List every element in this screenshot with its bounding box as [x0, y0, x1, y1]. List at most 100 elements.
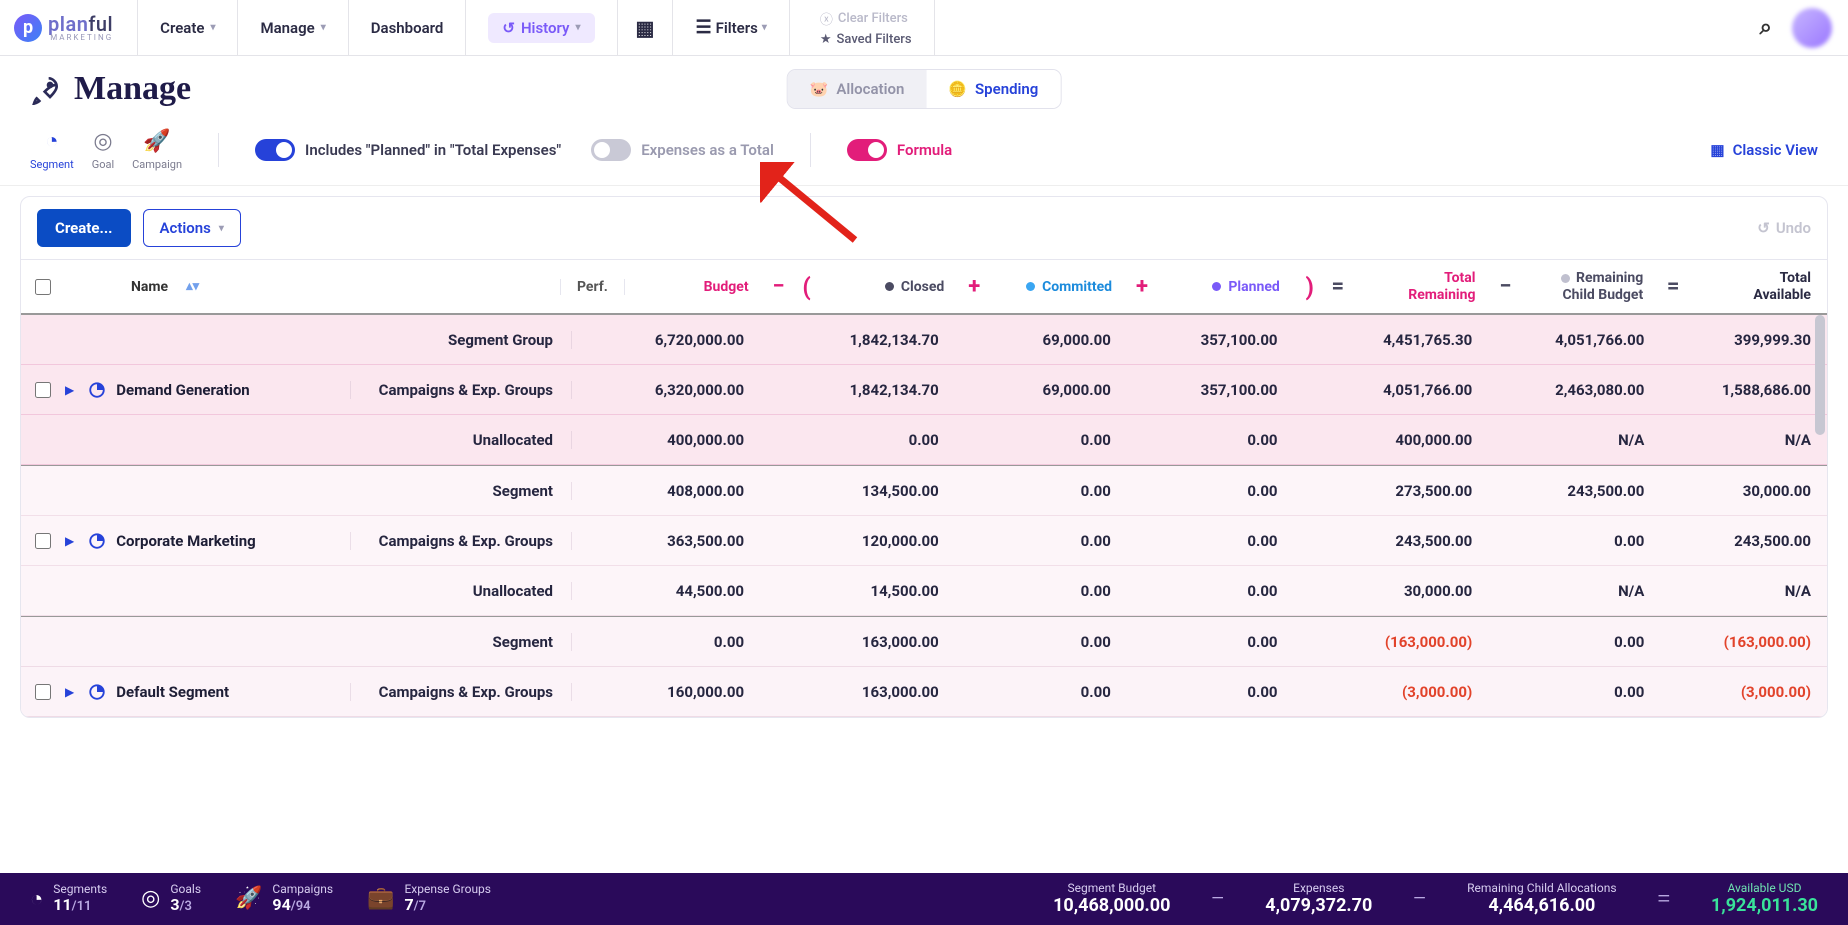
- op-minus: −: [1492, 274, 1520, 299]
- nav-filters[interactable]: ☰ Filters▾: [673, 0, 789, 56]
- segment-name[interactable]: Demand Generation: [116, 381, 249, 399]
- view-tab-segment[interactable]: ◔Segment: [30, 128, 74, 171]
- cell-value: 0.00: [1516, 683, 1660, 701]
- tab-allocation[interactable]: 🐷Allocation: [788, 70, 927, 108]
- top-navbar: p planful MARKETING Create▾ Manage▾ Dash…: [0, 0, 1848, 56]
- cell-value: 163,000.00: [816, 683, 955, 701]
- switch-on-icon: [847, 139, 887, 161]
- column-closed: Closed: [821, 279, 961, 295]
- cell-value: 243,500.00: [1516, 482, 1660, 500]
- row-checkbox[interactable]: [35, 382, 51, 398]
- cell-value: 69,000.00: [983, 381, 1127, 399]
- row-type-label: Segment Group: [361, 331, 571, 349]
- table-row: ▶ Default Segment Campaigns & Exp. Groups 1…: [21, 667, 1827, 717]
- column-total-available: TotalAvailable: [1687, 270, 1827, 302]
- toggle-includes-planned[interactable]: Includes "Planned" in "Total Expenses": [255, 139, 561, 161]
- actions-button[interactable]: Actions▾: [143, 209, 241, 247]
- row-checkbox[interactable]: [35, 684, 51, 700]
- cell-value: 69,000.00: [983, 331, 1127, 349]
- footer-goals: ◎ Goals 3/3: [141, 883, 201, 916]
- cell-value: (3,000.00): [1688, 683, 1827, 701]
- cell-value: 6,320,000.00: [616, 381, 760, 399]
- table-row: Segment Group6,720,000.001,842,134.7069,…: [21, 315, 1827, 365]
- cell-value: 14,500.00: [816, 582, 955, 600]
- table-row: Segment408,000.00134,500.000.000.00273,5…: [21, 466, 1827, 516]
- data-table-frame: Create... Actions▾ ↺Undo Name ▴▾ Perf. B…: [20, 196, 1828, 718]
- chevron-down-icon: ▾: [576, 22, 581, 33]
- cell-value: 357,100.00: [1155, 331, 1294, 349]
- toggle-formula[interactable]: Formula: [847, 139, 952, 161]
- nav-history[interactable]: ↺History▾: [466, 0, 617, 56]
- cell-value: 4,051,766.00: [1516, 331, 1660, 349]
- cell-value: N/A: [1516, 431, 1660, 449]
- op-equals: =: [1659, 274, 1687, 299]
- chevron-down-icon: ▾: [219, 223, 224, 234]
- logo[interactable]: p planful MARKETING: [0, 0, 138, 56]
- classic-view-button[interactable]: ▦Classic View: [1710, 141, 1818, 159]
- expand-icon[interactable]: ▶: [61, 685, 78, 699]
- vertical-scrollbar[interactable]: [1815, 315, 1825, 717]
- footer-segments: ◔ Segments 11/11: [30, 883, 107, 916]
- row-type-label: Campaigns & Exp. Groups: [361, 532, 571, 550]
- target-icon: ◎: [141, 886, 160, 911]
- footer-campaigns: 🚀 Campaigns 94/94: [235, 883, 333, 916]
- user-avatar[interactable]: [1792, 8, 1832, 48]
- create-button[interactable]: Create...: [37, 209, 131, 247]
- footer-remaining-child: Remaining Child Allocations4,464,616.00: [1467, 882, 1616, 916]
- column-total-remaining: TotalRemaining: [1352, 270, 1492, 302]
- clear-filters[interactable]: ⓧClear Filters: [820, 9, 912, 28]
- row-type-label: Segment: [361, 633, 571, 651]
- cell-value: (3,000.00): [1350, 683, 1489, 701]
- row-type-label: Campaigns & Exp. Groups: [361, 683, 571, 701]
- pie-chart-icon: [88, 381, 106, 399]
- sort-icon[interactable]: ▴▾: [186, 279, 199, 294]
- history-icon: ↺: [502, 19, 515, 37]
- op-minus: −: [765, 274, 793, 299]
- footer-available: Available USD1,924,011.30: [1711, 882, 1818, 916]
- table-body: Segment Group6,720,000.001,842,134.7069,…: [21, 315, 1827, 717]
- grid-icon: ▦: [1710, 141, 1724, 159]
- column-budget: Budget: [625, 279, 765, 295]
- options-bar: ◔Segment ◎Goal 🚀Campaign Includes "Plann…: [0, 114, 1848, 186]
- expand-icon[interactable]: ▶: [61, 383, 78, 397]
- pie-chart-icon: [88, 683, 106, 701]
- cell-value: 163,000.00: [816, 633, 955, 651]
- search-button[interactable]: ⌕: [1740, 15, 1792, 40]
- row-checkbox[interactable]: [35, 533, 51, 549]
- table-row: ▶ Corporate Marketing Campaigns & Exp. Gro…: [21, 516, 1827, 566]
- select-all-checkbox[interactable]: [35, 279, 51, 295]
- switch-on-icon: [255, 139, 295, 161]
- cell-value: 6,720,000.00: [616, 331, 760, 349]
- nav-create[interactable]: Create▾: [138, 0, 238, 56]
- toggle-expenses-total[interactable]: Expenses as a Total: [591, 139, 774, 161]
- cell-value: 0.00: [1155, 482, 1294, 500]
- segment-name[interactable]: Default Segment: [116, 683, 229, 701]
- switch-off-icon: [591, 139, 631, 161]
- cell-value: N/A: [1688, 431, 1827, 449]
- saved-filters[interactable]: ★Saved Filters: [820, 32, 912, 47]
- segment-group: Segment408,000.00134,500.000.000.00273,5…: [21, 465, 1827, 616]
- undo-button[interactable]: ↺Undo: [1757, 219, 1811, 237]
- nav-manage[interactable]: Manage▾: [238, 0, 348, 56]
- pie-chart-icon: ◔: [30, 886, 43, 912]
- cell-value: 243,500.00: [1688, 532, 1827, 550]
- tab-spending[interactable]: 🪙Spending: [926, 70, 1060, 108]
- cell-value: 0.00: [983, 482, 1127, 500]
- expand-icon[interactable]: ▶: [61, 534, 78, 548]
- view-tab-goal[interactable]: ◎Goal: [92, 129, 114, 171]
- row-type-label: Segment: [361, 482, 571, 500]
- footer-expense-groups: 💼 Expense Groups 7/7: [367, 883, 491, 916]
- cell-value: 134,500.00: [816, 482, 955, 500]
- cell-value: 399,999.30: [1688, 331, 1827, 349]
- cell-value: 408,000.00: [616, 482, 760, 500]
- segment-name[interactable]: Corporate Marketing: [116, 532, 256, 550]
- nav-dashboard[interactable]: Dashboard: [349, 0, 467, 56]
- briefcase-icon: 💼: [367, 886, 394, 911]
- cell-value: N/A: [1516, 582, 1660, 600]
- nav-calendar[interactable]: ▦: [618, 0, 674, 56]
- table-row: Unallocated400,000.000.000.000.00400,000…: [21, 415, 1827, 465]
- view-tab-campaign[interactable]: 🚀Campaign: [132, 129, 182, 171]
- table-header: Name ▴▾ Perf. Budget − ( Closed + Commit…: [21, 259, 1827, 315]
- column-name[interactable]: Name: [131, 279, 168, 295]
- cell-value: N/A: [1688, 582, 1827, 600]
